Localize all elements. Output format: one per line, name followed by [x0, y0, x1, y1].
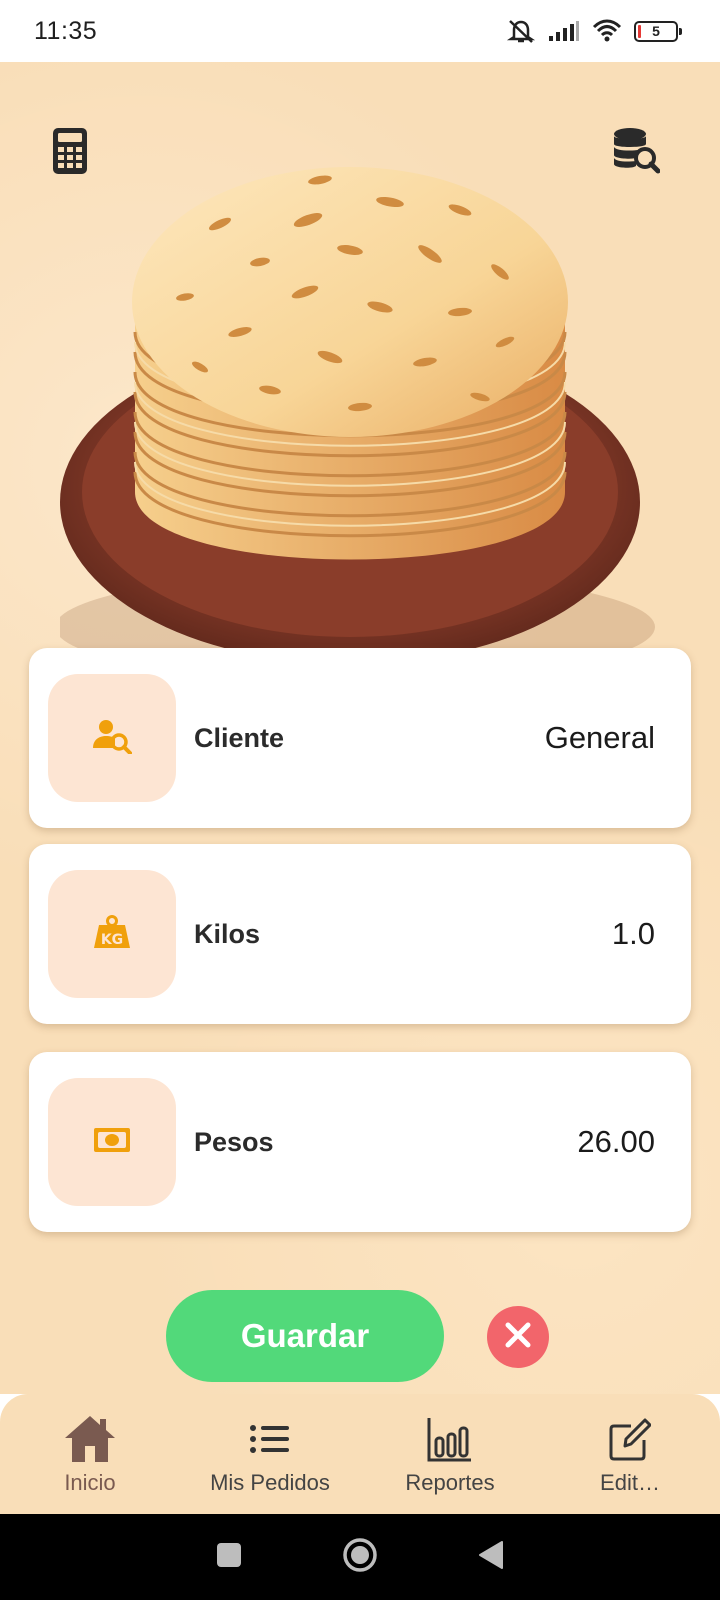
cancel-button[interactable]	[487, 1306, 549, 1368]
pesos-label: Pesos	[194, 1126, 274, 1157]
nav-label-mis-pedidos: Mis Pedidos	[210, 1470, 330, 1495]
list-icon	[248, 1414, 292, 1464]
system-nav-bar	[0, 1514, 720, 1600]
pesos-icon-tile	[48, 1078, 176, 1206]
close-icon	[503, 1320, 533, 1355]
battery-icon: 5	[634, 20, 682, 42]
mute-icon	[506, 18, 536, 44]
nav-item-reportes[interactable]: Reportes	[360, 1394, 540, 1514]
home-system-button[interactable]	[342, 1537, 378, 1578]
nav-label-edit: Edit…	[600, 1470, 660, 1495]
signal-icon	[548, 20, 580, 42]
nav-item-mis-pedidos[interactable]: Mis Pedidos	[180, 1394, 360, 1514]
battery-level: 5	[652, 23, 660, 39]
kilos-value: 1.0	[611, 916, 655, 951]
tortilla-stack-illustration	[55, 162, 660, 682]
home-icon	[63, 1414, 117, 1464]
wifi-icon	[592, 19, 622, 43]
nav-label-inicio: Inicio	[64, 1470, 116, 1495]
nav-item-edit[interactable]: Edit…	[540, 1394, 720, 1514]
cliente-icon-tile	[48, 674, 176, 802]
save-button[interactable]: Guardar	[166, 1290, 444, 1382]
status-bar: 11:35 5	[0, 0, 720, 62]
pesos-value: 26.00	[577, 1124, 655, 1159]
edit-icon	[609, 1414, 651, 1464]
circle-icon	[342, 1537, 378, 1578]
pesos-card[interactable]: Pesos 26.00	[29, 1052, 691, 1232]
recent-apps-button[interactable]	[216, 1542, 242, 1573]
svg-text:KG: KG	[101, 932, 123, 948]
user-search-icon	[92, 718, 132, 759]
cliente-card[interactable]: Cliente General	[29, 648, 691, 828]
bottom-nav: Inicio Mis Pedidos Reportes Edit…	[0, 1394, 720, 1514]
status-icons: 5	[506, 18, 682, 44]
kilos-icon-tile: KG	[48, 870, 176, 998]
cliente-label: Cliente	[194, 722, 285, 753]
kilos-label: Kilos	[194, 918, 261, 949]
kilos-card[interactable]: KG Kilos 1.0	[29, 844, 691, 1024]
kg-weight-icon: KG	[93, 914, 131, 954]
nav-label-reportes: Reportes	[405, 1470, 495, 1495]
app-screen: Cliente General KG Kilos 1.0 Pesos 26.00…	[0, 62, 720, 1394]
bar-chart-icon	[427, 1414, 473, 1464]
cliente-value: General	[544, 720, 655, 755]
back-triangle-icon	[478, 1540, 504, 1575]
status-time: 11:35	[34, 16, 98, 45]
square-icon	[216, 1542, 242, 1573]
nav-item-inicio[interactable]: Inicio	[0, 1394, 180, 1514]
back-button[interactable]	[478, 1540, 504, 1575]
money-bill-icon	[93, 1127, 131, 1158]
